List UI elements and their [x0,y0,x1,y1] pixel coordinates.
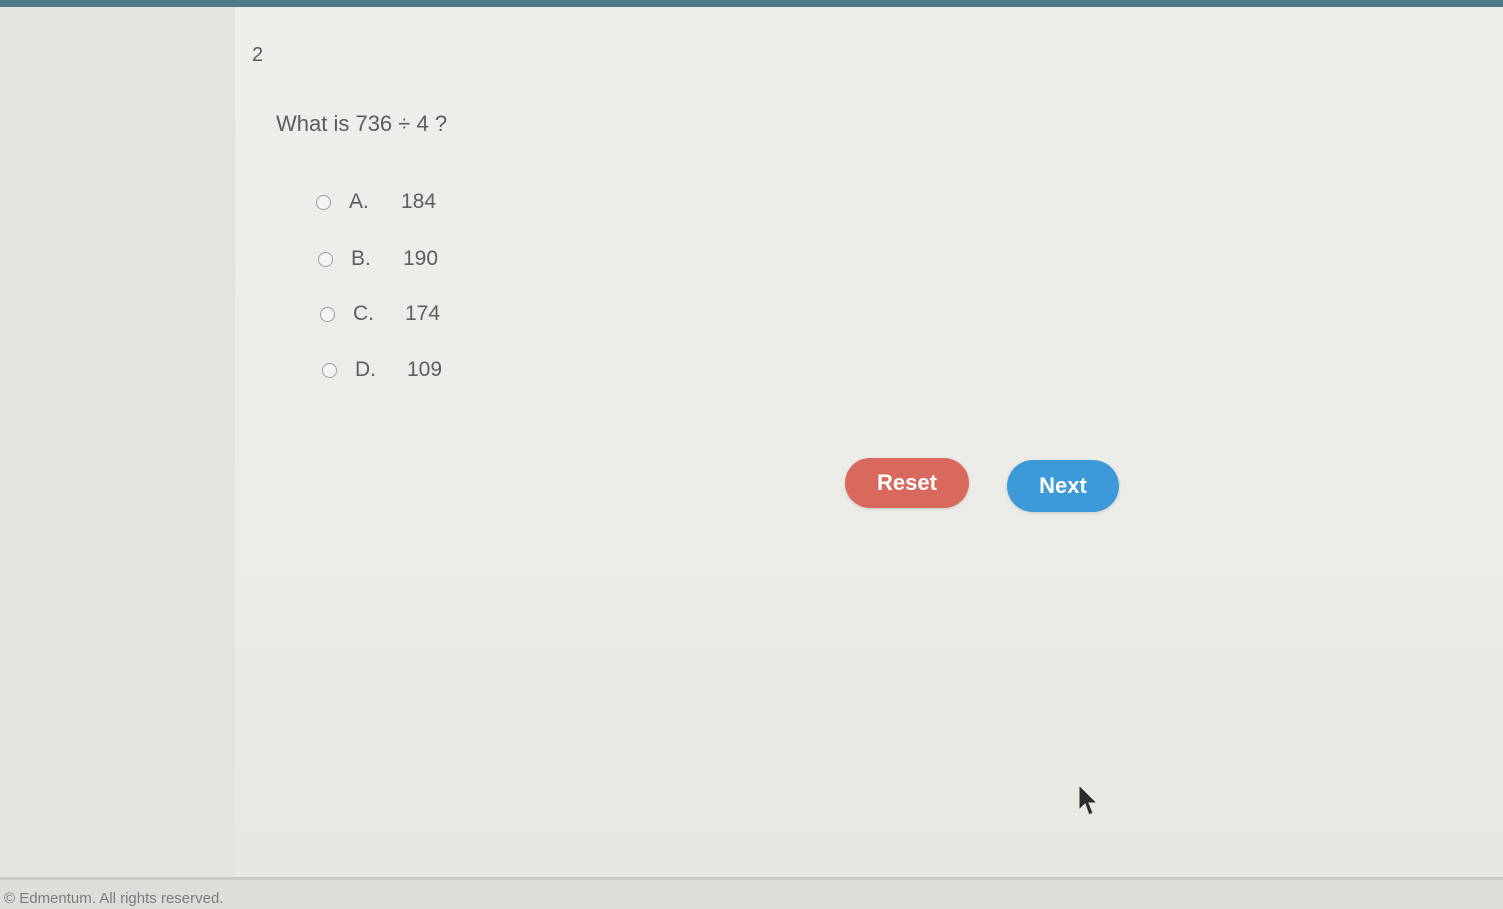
choice-value: 190 [403,247,439,270]
choice-d[interactable]: D. 109 [322,358,442,382]
footer [0,880,1503,909]
copyright-text: © Edmentum. All rights reserved. [4,890,224,907]
choice-letter: C. [353,302,374,325]
choice-letter: B. [351,247,371,270]
reset-button[interactable]: Reset [845,458,969,508]
choice-c[interactable]: C. 174 [320,302,440,326]
left-gutter [0,7,235,877]
mouse-pointer-icon [1078,784,1099,816]
radio-button[interactable] [316,194,331,210]
next-button[interactable]: Next [1007,460,1119,512]
radio-button[interactable] [320,306,335,322]
content-panel [235,7,1503,877]
top-bar [0,0,1503,7]
choice-b[interactable]: B. 190 [318,247,438,271]
choice-value: 174 [405,302,441,325]
question-number: 2 [252,44,264,66]
radio-button[interactable] [322,362,337,378]
choice-value: 109 [407,358,443,381]
choice-value: 184 [401,190,437,213]
choice-letter: D. [355,358,376,381]
radio-button[interactable] [318,251,333,267]
choice-letter: A. [349,190,369,213]
question-prompt: What is 736 ÷ 4 ? [276,111,448,136]
choice-a[interactable]: A. 184 [316,190,436,214]
